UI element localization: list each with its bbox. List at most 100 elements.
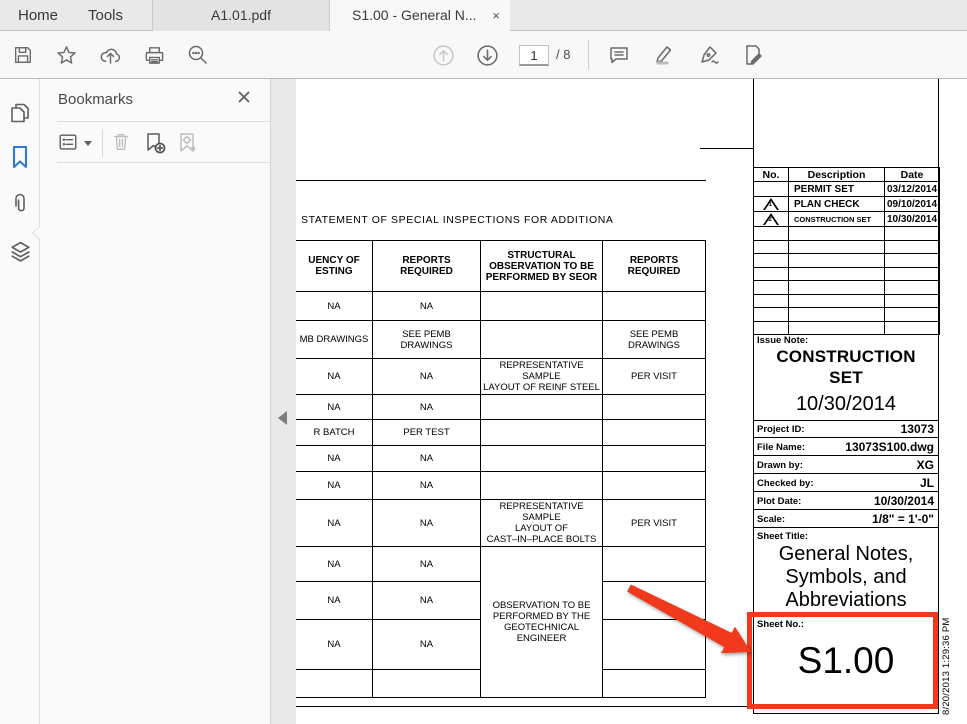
layers-button[interactable] — [8, 239, 33, 264]
fountain-pen-icon — [697, 43, 721, 67]
revision-empty-cell — [754, 227, 789, 241]
drawing-border-line — [753, 713, 939, 714]
drawing-line — [296, 180, 706, 181]
menu-home[interactable]: Home — [12, 0, 64, 31]
revision-empty-cell — [885, 294, 940, 308]
comment-button[interactable] — [606, 42, 632, 68]
revision-delta-icon: 1 — [763, 198, 779, 210]
print-button[interactable] — [141, 42, 167, 68]
sheet-no-highlight-box — [747, 612, 938, 709]
table-row: NANAREPRESENTATIVE SAMPLE LAYOUT OF CAST… — [296, 500, 706, 547]
add-bookmark-button[interactable] — [143, 131, 167, 155]
tab-s100-active[interactable]: S1.00 - General N... × — [330, 0, 510, 32]
revision-empty-cell — [885, 254, 940, 268]
revision-empty-cell — [754, 267, 789, 281]
stmt-cell: NA — [373, 547, 481, 582]
attachments-button[interactable] — [8, 191, 33, 216]
revision-empty-row — [754, 308, 940, 322]
table-row: NANAOBSERVATION TO BE PERFORMED BY THE G… — [296, 547, 706, 582]
info-row: Project ID:13073 — [753, 420, 939, 438]
page-thumbnails-button[interactable] — [8, 101, 33, 126]
panel-collapse-gutter[interactable] — [271, 79, 296, 724]
tab-a101[interactable]: A1.01.pdf — [152, 0, 330, 31]
menu-tools[interactable]: Tools — [82, 0, 129, 31]
stmt-cell — [603, 420, 706, 446]
revision-no-cell: 1 — [754, 197, 789, 212]
collapse-panel-icon[interactable] — [278, 411, 287, 425]
stmt-cell: NA — [373, 582, 481, 620]
sheet-title-label: Sheet Title: — [757, 531, 808, 542]
info-value: 13073 — [901, 422, 934, 436]
table-row: NANAREPRESENTATIVE SAMPLE LAYOUT OF REIN… — [296, 359, 706, 395]
revision-empty-row — [754, 321, 940, 335]
stmt-cell — [481, 321, 603, 359]
page-total-label: / 8 — [556, 47, 570, 62]
sheet-title-line: Abbreviations — [753, 589, 939, 612]
drawing-border-line — [296, 706, 753, 707]
stmt-cell: NA — [373, 446, 481, 472]
info-row: File Name:13073S100.dwg — [753, 438, 939, 456]
zoom-button[interactable] — [185, 42, 211, 68]
revision-empty-row — [754, 267, 940, 281]
info-row: Scale:1/8" = 1'-0" — [753, 510, 939, 528]
close-icon — [236, 89, 252, 105]
bookmark-options-button[interactable] — [57, 131, 81, 155]
pages-icon — [8, 101, 32, 125]
panel-separator — [57, 121, 270, 122]
share-button[interactable] — [97, 42, 123, 68]
bookmarks-close-button[interactable] — [236, 89, 254, 107]
navigation-rail — [0, 79, 40, 724]
fill-sign-button[interactable] — [740, 42, 766, 68]
next-page-button[interactable] — [474, 42, 500, 68]
revision-empty-cell — [789, 281, 885, 295]
stmt-cell: NA — [373, 359, 481, 395]
revision-description-cell: PLAN CHECK — [789, 197, 885, 212]
share-cloud-icon — [99, 44, 122, 67]
revision-empty-cell — [789, 308, 885, 322]
find-current-bookmark-button — [176, 131, 200, 155]
star-icon — [55, 44, 78, 67]
info-value: 10/30/2014 — [874, 494, 934, 508]
revision-empty-cell — [885, 267, 940, 281]
stmt-cell — [481, 420, 603, 446]
revision-empty-row — [754, 240, 940, 254]
stmt-cell — [603, 670, 706, 698]
revision-delta-icon: 2 — [763, 213, 779, 225]
zoom-magnifier-icon — [186, 43, 210, 67]
revision-row: 1 PLAN CHECK09/10/2014 — [754, 197, 940, 212]
revision-empty-cell — [789, 227, 885, 241]
stmt-cell: NA — [373, 500, 481, 547]
table-row: NANA — [296, 292, 706, 321]
stmt-cell: NA — [296, 620, 373, 670]
table-row: MB DRAWINGSSEE PEMB DRAWINGSSEE PEMB DRA… — [296, 321, 706, 359]
highlight-button[interactable] — [651, 42, 677, 68]
page-number-input[interactable] — [519, 45, 549, 66]
sign-button[interactable] — [696, 42, 722, 68]
pdf-page[interactable]: STATEMENT OF SPECIAL INSPECTIONS FOR ADD… — [296, 79, 967, 724]
tab-close-icon[interactable]: × — [492, 0, 500, 31]
revision-date-cell: 09/10/2014 — [885, 197, 940, 212]
revision-empty-cell — [754, 294, 789, 308]
panel-toolbar-divider — [102, 129, 103, 157]
stmt-cell: REPRESENTATIVE SAMPLE LAYOUT OF CAST–IN–… — [481, 500, 603, 547]
table-row: NANA — [296, 446, 706, 472]
revision-date-cell: 03/12/2014 — [885, 182, 940, 197]
revision-empty-cell — [885, 240, 940, 254]
tab-label: S1.00 - General N... — [352, 7, 477, 23]
table-row: NANA — [296, 472, 706, 500]
bookmark-icon — [8, 144, 32, 170]
stmt-cell — [603, 446, 706, 472]
revision-empty-row — [754, 254, 940, 268]
stmt-cell: NA — [296, 446, 373, 472]
issue-note-line2: SET — [753, 368, 939, 388]
info-value: 13073S100.dwg — [845, 440, 934, 454]
star-button[interactable] — [53, 42, 79, 68]
options-dropdown-caret[interactable] — [84, 141, 92, 146]
bookmarks-panel-button[interactable] — [8, 144, 33, 169]
revision-table: No.DescriptionDatePERMIT SET03/12/20141P… — [753, 167, 940, 335]
paperclip-icon — [8, 191, 32, 217]
revision-header-cell: Date — [885, 168, 940, 182]
revision-empty-cell — [885, 227, 940, 241]
save-button[interactable] — [10, 42, 36, 68]
stmt-cell: PER TEST — [373, 420, 481, 446]
